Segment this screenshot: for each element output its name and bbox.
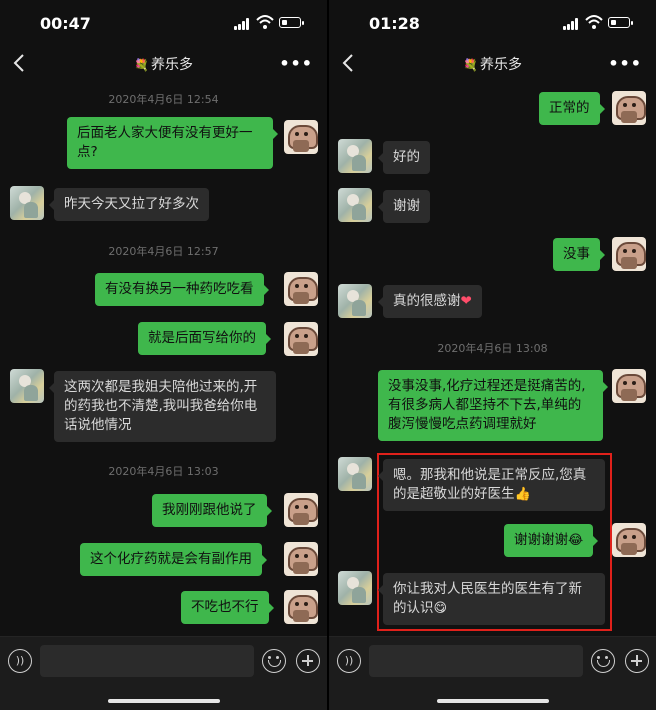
cellular-signal-icon (234, 18, 252, 30)
message-bubble-outgoing[interactable]: 就是后面写给你的 (138, 322, 271, 355)
message-text: 真的很感谢 (393, 293, 461, 309)
message-bubble-outgoing[interactable]: 没事 (553, 238, 605, 271)
home-indicator (437, 699, 549, 703)
flower-icon: 💐 (134, 58, 149, 72)
avatar[interactable] (284, 493, 318, 527)
status-time: 00:47 (40, 14, 91, 33)
avatar[interactable] (10, 186, 44, 220)
more-options-icon[interactable]: ••• (279, 54, 313, 73)
avatar[interactable] (612, 237, 646, 271)
status-time: 01:28 (369, 14, 420, 33)
laughing-emoji-icon: 😂 (568, 533, 584, 548)
chat-title: 💐 养乐多 (0, 54, 327, 74)
message-bubble-outgoing[interactable]: 谢谢谢谢😂 (504, 524, 599, 557)
more-options-icon[interactable]: ••• (608, 54, 642, 73)
wifi-icon (585, 15, 603, 29)
avatar[interactable] (612, 523, 646, 557)
message-bubble-outgoing[interactable]: 没事没事,化疗过程还是挺痛苦的,有很多病人都坚持不下去,单纯的腹泻慢慢吃点药调理… (378, 370, 608, 441)
avatar[interactable] (284, 542, 318, 576)
battery-icon (608, 17, 633, 28)
contact-name: 养乐多 (479, 57, 522, 73)
timestamp: 2020年4月6日 12:54 (108, 93, 219, 106)
avatar[interactable] (338, 571, 372, 605)
message-bubble-incoming[interactable]: 嗯。那我和他说是正常反应,您真的是超敬业的好医生👍 (378, 459, 605, 511)
message-text: 嗯。那我和他说是正常反应,您真的是超敬业的好医生 (393, 467, 587, 502)
nav-bar: 💐 养乐多 ••• (329, 44, 656, 82)
emoji-icon[interactable] (591, 649, 615, 673)
input-bar: )) (0, 636, 327, 710)
message-input[interactable] (369, 645, 583, 677)
chat-screen-left: 00:47 💐 养乐多 ••• 2020年4月6日 12:54 后面老人家大便有没… (0, 0, 327, 710)
avatar[interactable] (284, 322, 318, 356)
message-bubble-incoming[interactable]: 这两次都是我姐夫陪他过来的,开的药我也不清楚,我叫我爸给你电话说他情况 (49, 371, 276, 442)
timestamp: 2020年4月6日 13:03 (108, 465, 219, 478)
plus-icon[interactable] (625, 649, 649, 673)
message-text: 谢谢谢谢 (514, 532, 568, 548)
emoji-icon[interactable] (262, 649, 286, 673)
message-input[interactable] (40, 645, 254, 677)
message-bubble-incoming[interactable]: 谢谢 (378, 190, 430, 223)
smiling-emoji-icon: 😋 (433, 601, 448, 616)
contact-name: 养乐多 (150, 57, 193, 73)
timestamp: 2020年4月6日 13:08 (437, 342, 548, 355)
message-bubble-outgoing[interactable]: 有没有换另一种药吃吃看 (95, 273, 268, 306)
avatar[interactable] (338, 188, 372, 222)
home-indicator (108, 699, 220, 703)
message-bubble-incoming[interactable]: 你让我对人民医生的医生有了新的认识😋 (378, 573, 605, 625)
thumbs-up-icon: 👍 (514, 487, 531, 502)
avatar[interactable] (284, 590, 318, 624)
status-bar: 01:28 (329, 0, 656, 44)
plus-icon[interactable] (296, 649, 320, 673)
voice-icon[interactable]: )) (8, 649, 32, 673)
avatar[interactable] (338, 457, 372, 491)
cellular-signal-icon (563, 18, 581, 30)
message-bubble-incoming[interactable]: 好的 (378, 141, 430, 174)
heart-icon: ❤ (460, 293, 472, 309)
wifi-icon (256, 15, 274, 29)
message-bubble-outgoing[interactable]: 正常的 (539, 92, 604, 125)
input-bar: )) (329, 636, 656, 710)
message-text: 你让我对人民医生的医生有了新的认识 (393, 581, 582, 616)
timestamp: 2020年4月6日 12:57 (108, 245, 219, 258)
nav-bar: 💐 养乐多 ••• (0, 44, 327, 82)
message-bubble-incoming[interactable]: 真的很感谢❤ (378, 285, 482, 318)
message-bubble-outgoing[interactable]: 不吃也不行 (181, 591, 273, 624)
avatar[interactable] (284, 120, 318, 154)
chat-title: 💐 养乐多 (329, 54, 656, 74)
status-bar: 00:47 (0, 0, 327, 44)
chat-screen-right: 01:28 💐 养乐多 ••• 正常的 好的 谢谢 没事 真的很感谢❤ 2020年… (329, 0, 656, 710)
battery-icon (279, 17, 304, 28)
avatar[interactable] (338, 139, 372, 173)
avatar[interactable] (338, 284, 372, 318)
avatar[interactable] (284, 272, 318, 306)
avatar[interactable] (612, 91, 646, 125)
avatar[interactable] (612, 369, 646, 403)
message-bubble-outgoing[interactable]: 后面老人家大便有没有更好一点? (67, 117, 278, 169)
flower-icon: 💐 (463, 58, 478, 72)
message-bubble-outgoing[interactable]: 我刚刚跟他说了 (152, 494, 271, 527)
message-bubble-outgoing[interactable]: 这个化疗药就是会有副作用 (80, 543, 267, 576)
message-bubble-incoming[interactable]: 昨天今天又拉了好多次 (49, 188, 209, 221)
voice-icon[interactable]: )) (337, 649, 361, 673)
avatar[interactable] (10, 369, 44, 403)
